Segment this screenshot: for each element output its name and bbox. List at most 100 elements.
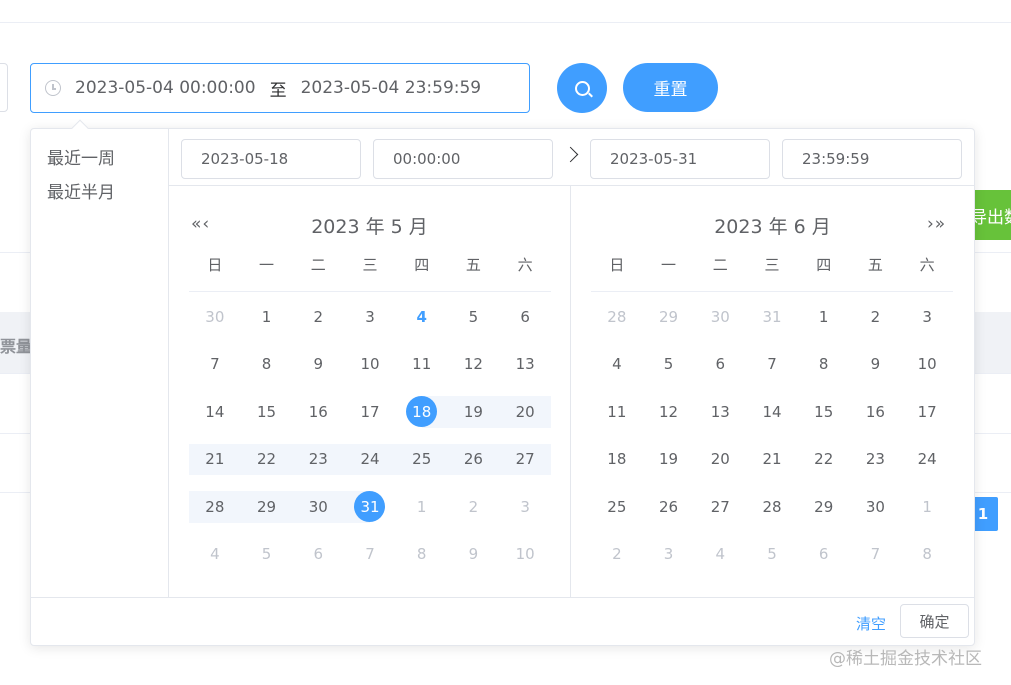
- day-cell[interactable]: 27: [694, 483, 746, 531]
- day-cell[interactable]: 19: [643, 436, 695, 484]
- day-cell[interactable]: 21: [746, 436, 798, 484]
- day-cell[interactable]: 15: [798, 388, 850, 436]
- day-cell[interactable]: 19: [447, 388, 500, 436]
- day-cell[interactable]: 12: [643, 388, 695, 436]
- day-cell[interactable]: 10: [901, 341, 953, 389]
- day-cell[interactable]: 4: [591, 341, 643, 389]
- reset-button[interactable]: 重置: [623, 63, 718, 112]
- day-cell[interactable]: 30: [694, 293, 746, 341]
- day-cell[interactable]: 4: [189, 531, 241, 579]
- shortcut-last-half-month[interactable]: 最近半月: [47, 178, 115, 203]
- day-cell[interactable]: 24: [901, 436, 953, 484]
- day-cell[interactable]: 6: [798, 531, 850, 579]
- day-cell[interactable]: 25: [591, 483, 643, 531]
- day-cell[interactable]: 30: [189, 293, 241, 341]
- day-cell[interactable]: 29: [798, 483, 850, 531]
- day-cell[interactable]: 9: [448, 531, 500, 579]
- day-cell[interactable]: 1: [396, 483, 448, 531]
- day-cell[interactable]: 10: [344, 341, 396, 389]
- day-cell[interactable]: 11: [396, 341, 448, 389]
- day-cell[interactable]: 6: [292, 531, 344, 579]
- day-cell[interactable]: 10: [499, 531, 551, 579]
- day-cell[interactable]: 7: [189, 341, 241, 389]
- day-cell[interactable]: 7: [344, 531, 396, 579]
- day-cell[interactable]: 5: [241, 531, 293, 579]
- day-cell[interactable]: 29: [240, 483, 293, 531]
- day-cell[interactable]: 2: [850, 293, 902, 341]
- day-cell[interactable]: 1: [798, 293, 850, 341]
- day-cell[interactable]: 13: [694, 388, 746, 436]
- end-date-input[interactable]: 2023-05-31: [590, 139, 770, 179]
- day-cell[interactable]: 12: [448, 341, 500, 389]
- day-cell[interactable]: 8: [901, 531, 953, 579]
- day-cell[interactable]: 17: [344, 388, 396, 436]
- end-time-input[interactable]: 23:59:59: [782, 139, 962, 179]
- day-cell[interactable]: 16: [292, 388, 344, 436]
- clear-button[interactable]: 清空: [856, 613, 886, 634]
- day-cell[interactable]: 4: [396, 293, 448, 341]
- next-nav-buttons[interactable]: ›»: [927, 214, 946, 234]
- day-cell[interactable]: 14: [746, 388, 798, 436]
- day-cell[interactable]: 5: [746, 531, 798, 579]
- day-cell[interactable]: 22: [798, 436, 850, 484]
- range-end-text[interactable]: 2023-05-04 23:59:59: [301, 78, 482, 98]
- day-cell[interactable]: 7: [850, 531, 902, 579]
- day-cell[interactable]: 21: [189, 436, 241, 484]
- day-cell[interactable]: 5: [643, 341, 695, 389]
- day-cell[interactable]: 26: [643, 483, 695, 531]
- day-cell[interactable]: 6: [499, 293, 551, 341]
- day-cell[interactable]: 22: [240, 436, 293, 484]
- day-cell[interactable]: 16: [850, 388, 902, 436]
- day-cell[interactable]: 2: [591, 531, 643, 579]
- day-cell[interactable]: 9: [850, 341, 902, 389]
- day-cell[interactable]: 1: [901, 483, 953, 531]
- double-right-icon[interactable]: ›»: [927, 214, 946, 234]
- day-cell[interactable]: 9: [292, 341, 344, 389]
- day-cell[interactable]: 30: [850, 483, 902, 531]
- day-cell[interactable]: 20: [499, 388, 551, 436]
- day-cell[interactable]: 2: [292, 293, 344, 341]
- day-cell[interactable]: 11: [591, 388, 643, 436]
- day-cell[interactable]: 24: [344, 436, 396, 484]
- day-cell[interactable]: 31: [344, 483, 396, 531]
- day-cell[interactable]: 23: [850, 436, 902, 484]
- day-cell[interactable]: 3: [344, 293, 396, 341]
- day-cell[interactable]: 28: [591, 293, 643, 341]
- day-cell[interactable]: 26: [447, 436, 500, 484]
- day-cell[interactable]: 3: [901, 293, 953, 341]
- start-date-input[interactable]: 2023-05-18: [181, 139, 361, 179]
- day-cell[interactable]: 3: [499, 483, 551, 531]
- confirm-button[interactable]: 确定: [900, 604, 969, 638]
- search-button[interactable]: [557, 63, 607, 113]
- day-cell[interactable]: 28: [189, 483, 241, 531]
- day-cell[interactable]: 8: [396, 531, 448, 579]
- shortcut-last-week[interactable]: 最近一周: [47, 144, 115, 169]
- day-cell[interactable]: 23: [292, 436, 344, 484]
- day-cell[interactable]: 7: [746, 341, 798, 389]
- day-cell[interactable]: 27: [499, 436, 551, 484]
- day-cell[interactable]: 18: [396, 388, 448, 436]
- day-cell[interactable]: 14: [189, 388, 241, 436]
- previous-filter-input[interactable]: [0, 63, 8, 112]
- day-cell[interactable]: 25: [395, 436, 448, 484]
- range-start-text[interactable]: 2023-05-04 00:00:00: [75, 78, 256, 98]
- day-cell[interactable]: 8: [798, 341, 850, 389]
- day-cell[interactable]: 20: [694, 436, 746, 484]
- day-cell[interactable]: 31: [746, 293, 798, 341]
- day-cell[interactable]: 1: [241, 293, 293, 341]
- day-cell[interactable]: 13: [499, 341, 551, 389]
- day-cell[interactable]: 4: [694, 531, 746, 579]
- day-cell[interactable]: 18: [591, 436, 643, 484]
- day-cell[interactable]: 29: [643, 293, 695, 341]
- day-cell[interactable]: 3: [643, 531, 695, 579]
- day-cell[interactable]: 6: [694, 341, 746, 389]
- start-time-input[interactable]: 00:00:00: [373, 139, 553, 179]
- date-range-input[interactable]: 2023-05-04 00:00:00 至 2023-05-04 23:59:5…: [30, 63, 530, 113]
- day-cell[interactable]: 17: [901, 388, 953, 436]
- day-cell[interactable]: 2: [448, 483, 500, 531]
- day-cell[interactable]: 8: [241, 341, 293, 389]
- day-cell[interactable]: 28: [746, 483, 798, 531]
- day-cell[interactable]: 30: [292, 483, 344, 531]
- day-cell[interactable]: 5: [448, 293, 500, 341]
- day-cell[interactable]: 15: [241, 388, 293, 436]
